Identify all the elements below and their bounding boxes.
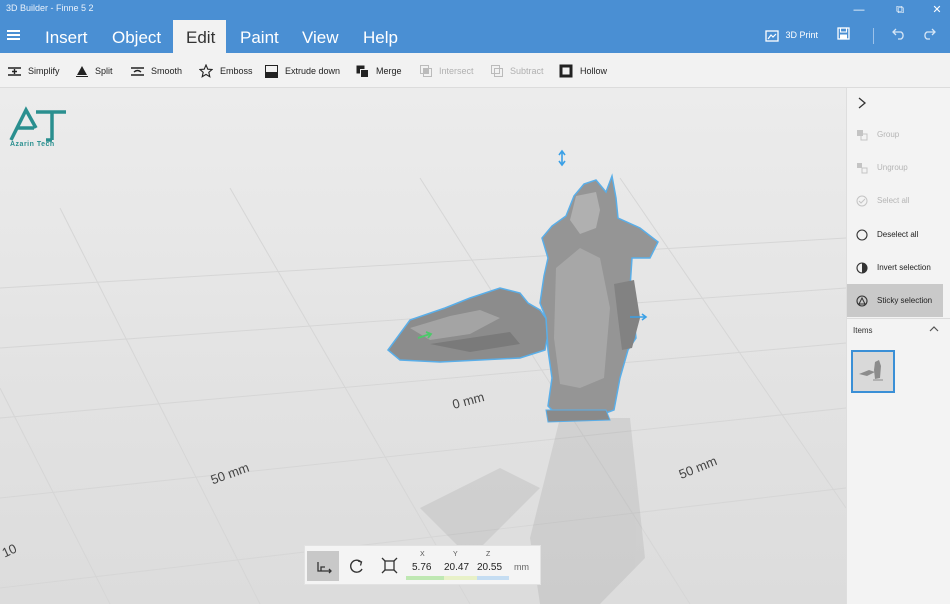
rotate-button[interactable] xyxy=(340,551,372,581)
chevron-up-icon[interactable] xyxy=(929,325,939,333)
group-button[interactable]: Group xyxy=(847,118,943,151)
edit-ribbon: Simplify Split Smooth Emboss Extrude dow… xyxy=(0,53,950,88)
subtract-icon xyxy=(491,65,503,77)
scene-canvas xyxy=(0,149,846,604)
split-label: Split xyxy=(95,66,113,76)
toolbar-separator xyxy=(873,28,874,44)
selection-panel: Group Ungroup Select all Deselect all In… xyxy=(846,88,950,604)
azarin-tech-logo xyxy=(9,106,66,142)
deselect-all-label: Deselect all xyxy=(877,230,919,239)
sticky-selection-button[interactable]: Sticky selection xyxy=(847,284,943,317)
move-icon xyxy=(317,562,332,574)
group-icon xyxy=(857,129,868,140)
move-button[interactable] xyxy=(307,551,339,581)
hollow-icon xyxy=(559,64,573,78)
x-label: X xyxy=(420,551,425,558)
tab-paint[interactable]: Paint xyxy=(227,20,292,53)
extrude-icon xyxy=(265,64,278,78)
panel-divider xyxy=(847,318,950,319)
save-button[interactable] xyxy=(837,27,850,42)
split-button[interactable]: Split xyxy=(76,63,113,79)
redo-icon xyxy=(924,28,936,40)
deselect-all-icon xyxy=(856,228,868,241)
undo-button[interactable] xyxy=(892,27,906,42)
y-axis-bar xyxy=(444,576,479,580)
hollow-label: Hollow xyxy=(580,66,608,76)
hollow-button[interactable]: Hollow xyxy=(559,63,607,79)
select-all-button[interactable]: Select all xyxy=(847,184,943,217)
smooth-button[interactable]: Smooth xyxy=(131,63,182,79)
3d-viewport[interactable]: Azarin Tech 0 mm 50 mm 50 mm 10 xyxy=(0,88,846,604)
scale-icon xyxy=(381,557,398,574)
app-title: 3D Builder - Finne 5 2 xyxy=(6,3,94,13)
tab-object[interactable]: Object xyxy=(99,20,174,53)
simplify-icon xyxy=(8,66,21,76)
undo-icon xyxy=(892,28,904,40)
print-3d-icon xyxy=(765,30,779,42)
simplify-button[interactable]: Simplify xyxy=(8,63,60,79)
x-value[interactable]: 5.76 xyxy=(412,562,431,573)
restore-button[interactable]: ⧉ xyxy=(889,2,911,18)
sticky-selection-icon xyxy=(856,294,868,307)
3d-print-button[interactable]: 3D Print xyxy=(765,30,818,42)
character-model xyxy=(539,173,659,423)
chevron-right-icon[interactable] xyxy=(857,97,867,109)
split-icon xyxy=(76,66,88,77)
title-bar: 3D Builder - Finne 5 2 — ⧉ ✕ Insert Obje… xyxy=(0,0,950,53)
select-all-icon xyxy=(856,195,868,206)
deselect-all-button[interactable]: Deselect all xyxy=(847,218,943,251)
tab-insert[interactable]: Insert xyxy=(32,20,101,53)
z-value[interactable]: 20.55 xyxy=(477,562,502,573)
invert-selection-icon xyxy=(856,261,868,274)
close-button[interactable]: ✕ xyxy=(926,2,948,18)
sticky-selection-label: Sticky selection xyxy=(877,296,933,305)
transform-toolbar: X 5.76 Y 20.47 Z 20.55 mm xyxy=(304,545,541,585)
unit-label[interactable]: mm xyxy=(514,562,529,572)
merge-button[interactable]: Merge xyxy=(356,63,402,79)
intersect-icon xyxy=(420,65,432,77)
tab-help[interactable]: Help xyxy=(350,20,411,53)
emboss-label: Emboss xyxy=(220,66,253,76)
z-axis-bar xyxy=(477,576,509,580)
star-icon xyxy=(199,64,213,78)
smooth-icon xyxy=(131,66,144,76)
item-thumbnail[interactable] xyxy=(851,350,895,393)
select-all-label: Select all xyxy=(877,196,910,205)
simplify-label: Simplify xyxy=(28,66,60,76)
hamburger-menu-icon[interactable] xyxy=(7,30,20,40)
invert-selection-button[interactable]: Invert selection xyxy=(847,251,943,284)
merge-icon xyxy=(356,65,369,78)
ungroup-button[interactable]: Ungroup xyxy=(847,151,943,184)
weapon-model xyxy=(386,287,551,363)
intersect-label: Intersect xyxy=(439,66,474,76)
extrude-label: Extrude down xyxy=(285,66,341,76)
logo-text: Azarin Tech xyxy=(10,141,55,148)
rotate-icon xyxy=(350,559,363,573)
emboss-button[interactable]: Emboss xyxy=(199,63,253,79)
x-axis-bar xyxy=(406,576,444,580)
subtract-label: Subtract xyxy=(510,66,544,76)
intersect-button[interactable]: Intersect xyxy=(420,63,474,79)
3d-print-label: 3D Print xyxy=(785,30,819,41)
group-label: Group xyxy=(877,130,900,139)
save-icon xyxy=(837,27,850,40)
model-thumbnail-icon xyxy=(859,360,883,381)
minimize-button[interactable]: — xyxy=(848,2,870,18)
merge-label: Merge xyxy=(376,66,402,76)
tab-view[interactable]: View xyxy=(289,20,352,53)
smooth-label: Smooth xyxy=(151,66,183,76)
extrude-down-button[interactable]: Extrude down xyxy=(265,63,340,79)
ungroup-label: Ungroup xyxy=(877,163,908,172)
ungroup-icon xyxy=(857,162,868,173)
invert-selection-label: Invert selection xyxy=(877,263,931,272)
scale-button[interactable] xyxy=(373,551,405,581)
y-label: Y xyxy=(453,551,458,558)
floor-grid xyxy=(0,177,846,604)
z-label: Z xyxy=(486,551,491,558)
redo-button[interactable] xyxy=(922,27,936,42)
items-heading: Items xyxy=(853,326,873,335)
y-value[interactable]: 20.47 xyxy=(444,562,469,573)
tab-edit[interactable]: Edit xyxy=(173,20,226,53)
subtract-button[interactable]: Subtract xyxy=(491,63,544,79)
